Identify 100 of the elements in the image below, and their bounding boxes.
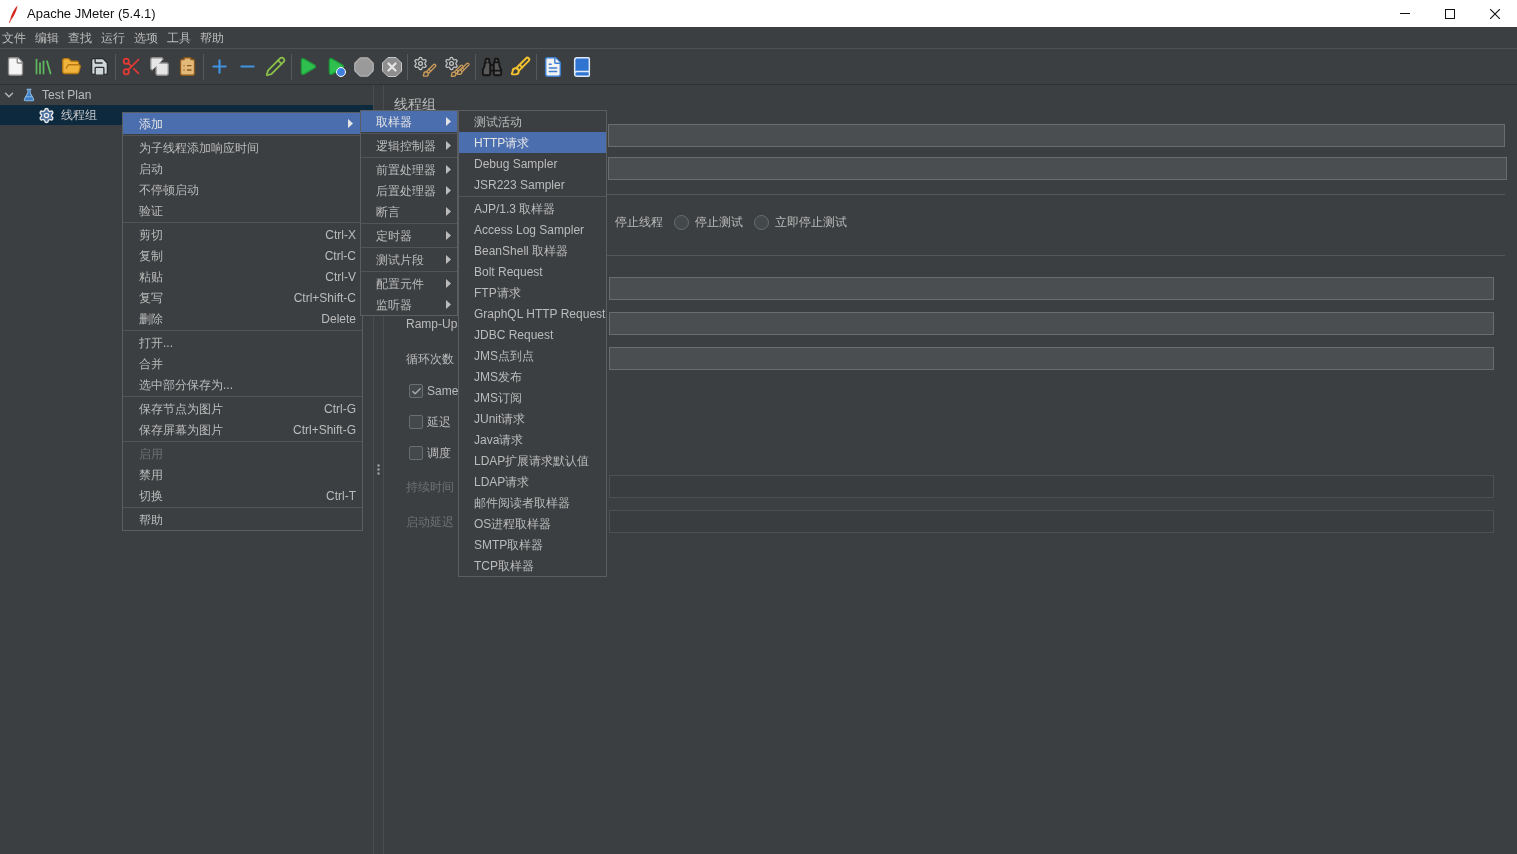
menu-item[interactable]: 选中部分保存为... bbox=[123, 374, 362, 395]
menu-item[interactable]: 复制 Ctrl-C bbox=[123, 245, 362, 266]
input-field[interactable] bbox=[609, 312, 1494, 335]
menu-item[interactable]: OS进程取样器 bbox=[459, 513, 606, 534]
save-icon[interactable] bbox=[89, 56, 110, 77]
menu-bar-item[interactable]: 运行 bbox=[99, 28, 127, 47]
menu-bar-item[interactable]: 选项 bbox=[132, 28, 160, 47]
menu-item[interactable]: LDAP请求 bbox=[459, 471, 606, 492]
menu-item[interactable]: JMS点到点 bbox=[459, 345, 606, 366]
checkbox-option[interactable]: 延迟 bbox=[409, 413, 451, 431]
menu-item[interactable]: 不停顿启动 bbox=[123, 179, 362, 200]
checkbox-option[interactable]: 调度 bbox=[409, 444, 451, 462]
menu-item[interactable]: Bolt Request bbox=[459, 261, 606, 282]
menu-item[interactable]: 复写 Ctrl+Shift-C bbox=[123, 287, 362, 308]
menu-item[interactable]: JMS发布 bbox=[459, 366, 606, 387]
triangle-right-icon bbox=[446, 300, 451, 309]
menu-item[interactable]: 启动 bbox=[123, 158, 362, 179]
triangle-right-icon bbox=[446, 207, 451, 216]
menu-item[interactable]: Debug Sampler bbox=[459, 153, 606, 174]
broom-icon[interactable] bbox=[510, 56, 531, 77]
menu-item[interactable]: 邮件阅读者取样器 bbox=[459, 492, 606, 513]
menu-item[interactable]: 取样器 bbox=[361, 111, 457, 132]
menu-item[interactable]: JDBC Request bbox=[459, 324, 606, 345]
clipboard-icon[interactable] bbox=[177, 56, 198, 77]
folder-icon[interactable] bbox=[61, 56, 82, 77]
menu-item[interactable]: 断言 bbox=[361, 201, 457, 222]
menu-item[interactable]: HTTP请求 bbox=[459, 132, 606, 153]
menu-bar-item[interactable]: 编辑 bbox=[33, 28, 61, 47]
menu-bar-item[interactable]: 工具 bbox=[165, 28, 193, 47]
panel-title: 线程组 bbox=[394, 96, 436, 112]
menu-item[interactable]: 为子线程添加响应时间 bbox=[123, 137, 362, 158]
radio-icon[interactable] bbox=[754, 214, 769, 230]
menu-item[interactable]: 监听器 bbox=[361, 294, 457, 315]
binoculars-icon[interactable] bbox=[481, 55, 503, 78]
menu-item[interactable]: 后置处理器 bbox=[361, 180, 457, 201]
menu-item[interactable]: 切换 Ctrl-T bbox=[123, 485, 362, 506]
menu-item[interactable]: 验证 bbox=[123, 200, 362, 221]
menu-item[interactable]: SMTP取样器 bbox=[459, 534, 606, 555]
triangle-right-icon bbox=[446, 255, 451, 264]
radio-option[interactable]: 立即停止测试 bbox=[754, 213, 847, 231]
radio-option[interactable]: 停止测试 bbox=[674, 213, 743, 231]
menu-item[interactable]: 删除 Delete bbox=[123, 308, 362, 329]
menu-bar-item[interactable]: 查找 bbox=[66, 28, 94, 47]
menu-bar-item[interactable]: 文件 bbox=[0, 28, 28, 47]
menu-item[interactable]: 逻辑控制器 bbox=[361, 135, 457, 156]
input-field[interactable] bbox=[609, 277, 1494, 300]
menu-item[interactable]: 保存节点为图片 Ctrl-G bbox=[123, 398, 362, 419]
menu-item[interactable]: TCP取样器 bbox=[459, 555, 606, 576]
book-icon[interactable] bbox=[571, 55, 593, 78]
menu-item[interactable]: 禁用 bbox=[123, 464, 362, 485]
radio-icon[interactable] bbox=[674, 214, 689, 230]
menu-item[interactable]: FTP请求 bbox=[459, 282, 606, 303]
octagon-x-icon[interactable] bbox=[382, 56, 402, 77]
window-title: Apache JMeter (5.4.1) bbox=[27, 4, 156, 23]
menu-item[interactable]: AJP/1.3 取样器 bbox=[459, 198, 606, 219]
drag-handle-icon[interactable] bbox=[377, 464, 380, 475]
menu-item[interactable]: BeanShell 取样器 bbox=[459, 240, 606, 261]
triangle-right-icon bbox=[446, 279, 451, 288]
menu-item[interactable]: JSR223 Sampler bbox=[459, 174, 606, 195]
checkbox-icon[interactable] bbox=[409, 415, 423, 429]
gear-brooms-icon[interactable] bbox=[444, 55, 470, 78]
menu-bar-item[interactable]: 帮助 bbox=[198, 28, 226, 47]
tree-item[interactable]: Test Plan bbox=[22, 85, 96, 105]
plus-icon[interactable] bbox=[209, 56, 230, 77]
menu-item[interactable]: 测试活动 bbox=[459, 111, 606, 132]
menu-item[interactable]: JUnit请求 bbox=[459, 408, 606, 429]
menu-item[interactable]: 粘贴 Ctrl-V bbox=[123, 266, 362, 287]
field-label: Ramp-Up bbox=[406, 315, 458, 333]
scissors-icon[interactable] bbox=[121, 56, 142, 77]
books-icon[interactable] bbox=[33, 56, 54, 77]
menu-item[interactable]: JMS订阅 bbox=[459, 387, 606, 408]
document-list-icon[interactable] bbox=[542, 55, 564, 78]
copy-icon[interactable] bbox=[149, 56, 170, 77]
input-field[interactable] bbox=[609, 347, 1494, 370]
menu-item[interactable]: 配置元件 bbox=[361, 273, 457, 294]
new-file-icon[interactable] bbox=[5, 56, 26, 77]
menu-item[interactable]: 添加 bbox=[123, 113, 362, 134]
menu-item[interactable]: Access Log Sampler bbox=[459, 219, 606, 240]
menu-item[interactable]: 打开... bbox=[123, 332, 362, 353]
checkbox-option[interactable]: Same bbox=[409, 382, 459, 400]
menu-item[interactable]: Java请求 bbox=[459, 429, 606, 450]
menu-item[interactable]: 帮助 bbox=[123, 509, 362, 530]
flask-icon bbox=[22, 88, 36, 102]
menu-item[interactable]: 保存屏幕为图片 Ctrl+Shift-G bbox=[123, 419, 362, 440]
gear-broom-icon[interactable] bbox=[413, 55, 437, 78]
menu-item[interactable]: GraphQL HTTP Request bbox=[459, 303, 606, 324]
input-field[interactable] bbox=[608, 124, 1505, 147]
gear-icon bbox=[38, 106, 55, 124]
menu-item[interactable]: 测试片段 bbox=[361, 249, 457, 270]
pencil-icon[interactable] bbox=[265, 56, 286, 77]
menu-item[interactable]: LDAP扩展请求默认值 bbox=[459, 450, 606, 471]
triangle-right-icon bbox=[446, 141, 451, 150]
input-field[interactable] bbox=[608, 157, 1507, 180]
checkbox-icon[interactable] bbox=[409, 446, 423, 460]
menu-item[interactable]: 合并 bbox=[123, 353, 362, 374]
menu-item[interactable]: 剪切 Ctrl-X bbox=[123, 224, 362, 245]
menu-item[interactable]: 前置处理器 bbox=[361, 159, 457, 180]
menu-item[interactable]: 定时器 bbox=[361, 225, 457, 246]
stop-sign-icon[interactable] bbox=[353, 55, 375, 78]
checkbox-icon[interactable] bbox=[409, 384, 423, 398]
